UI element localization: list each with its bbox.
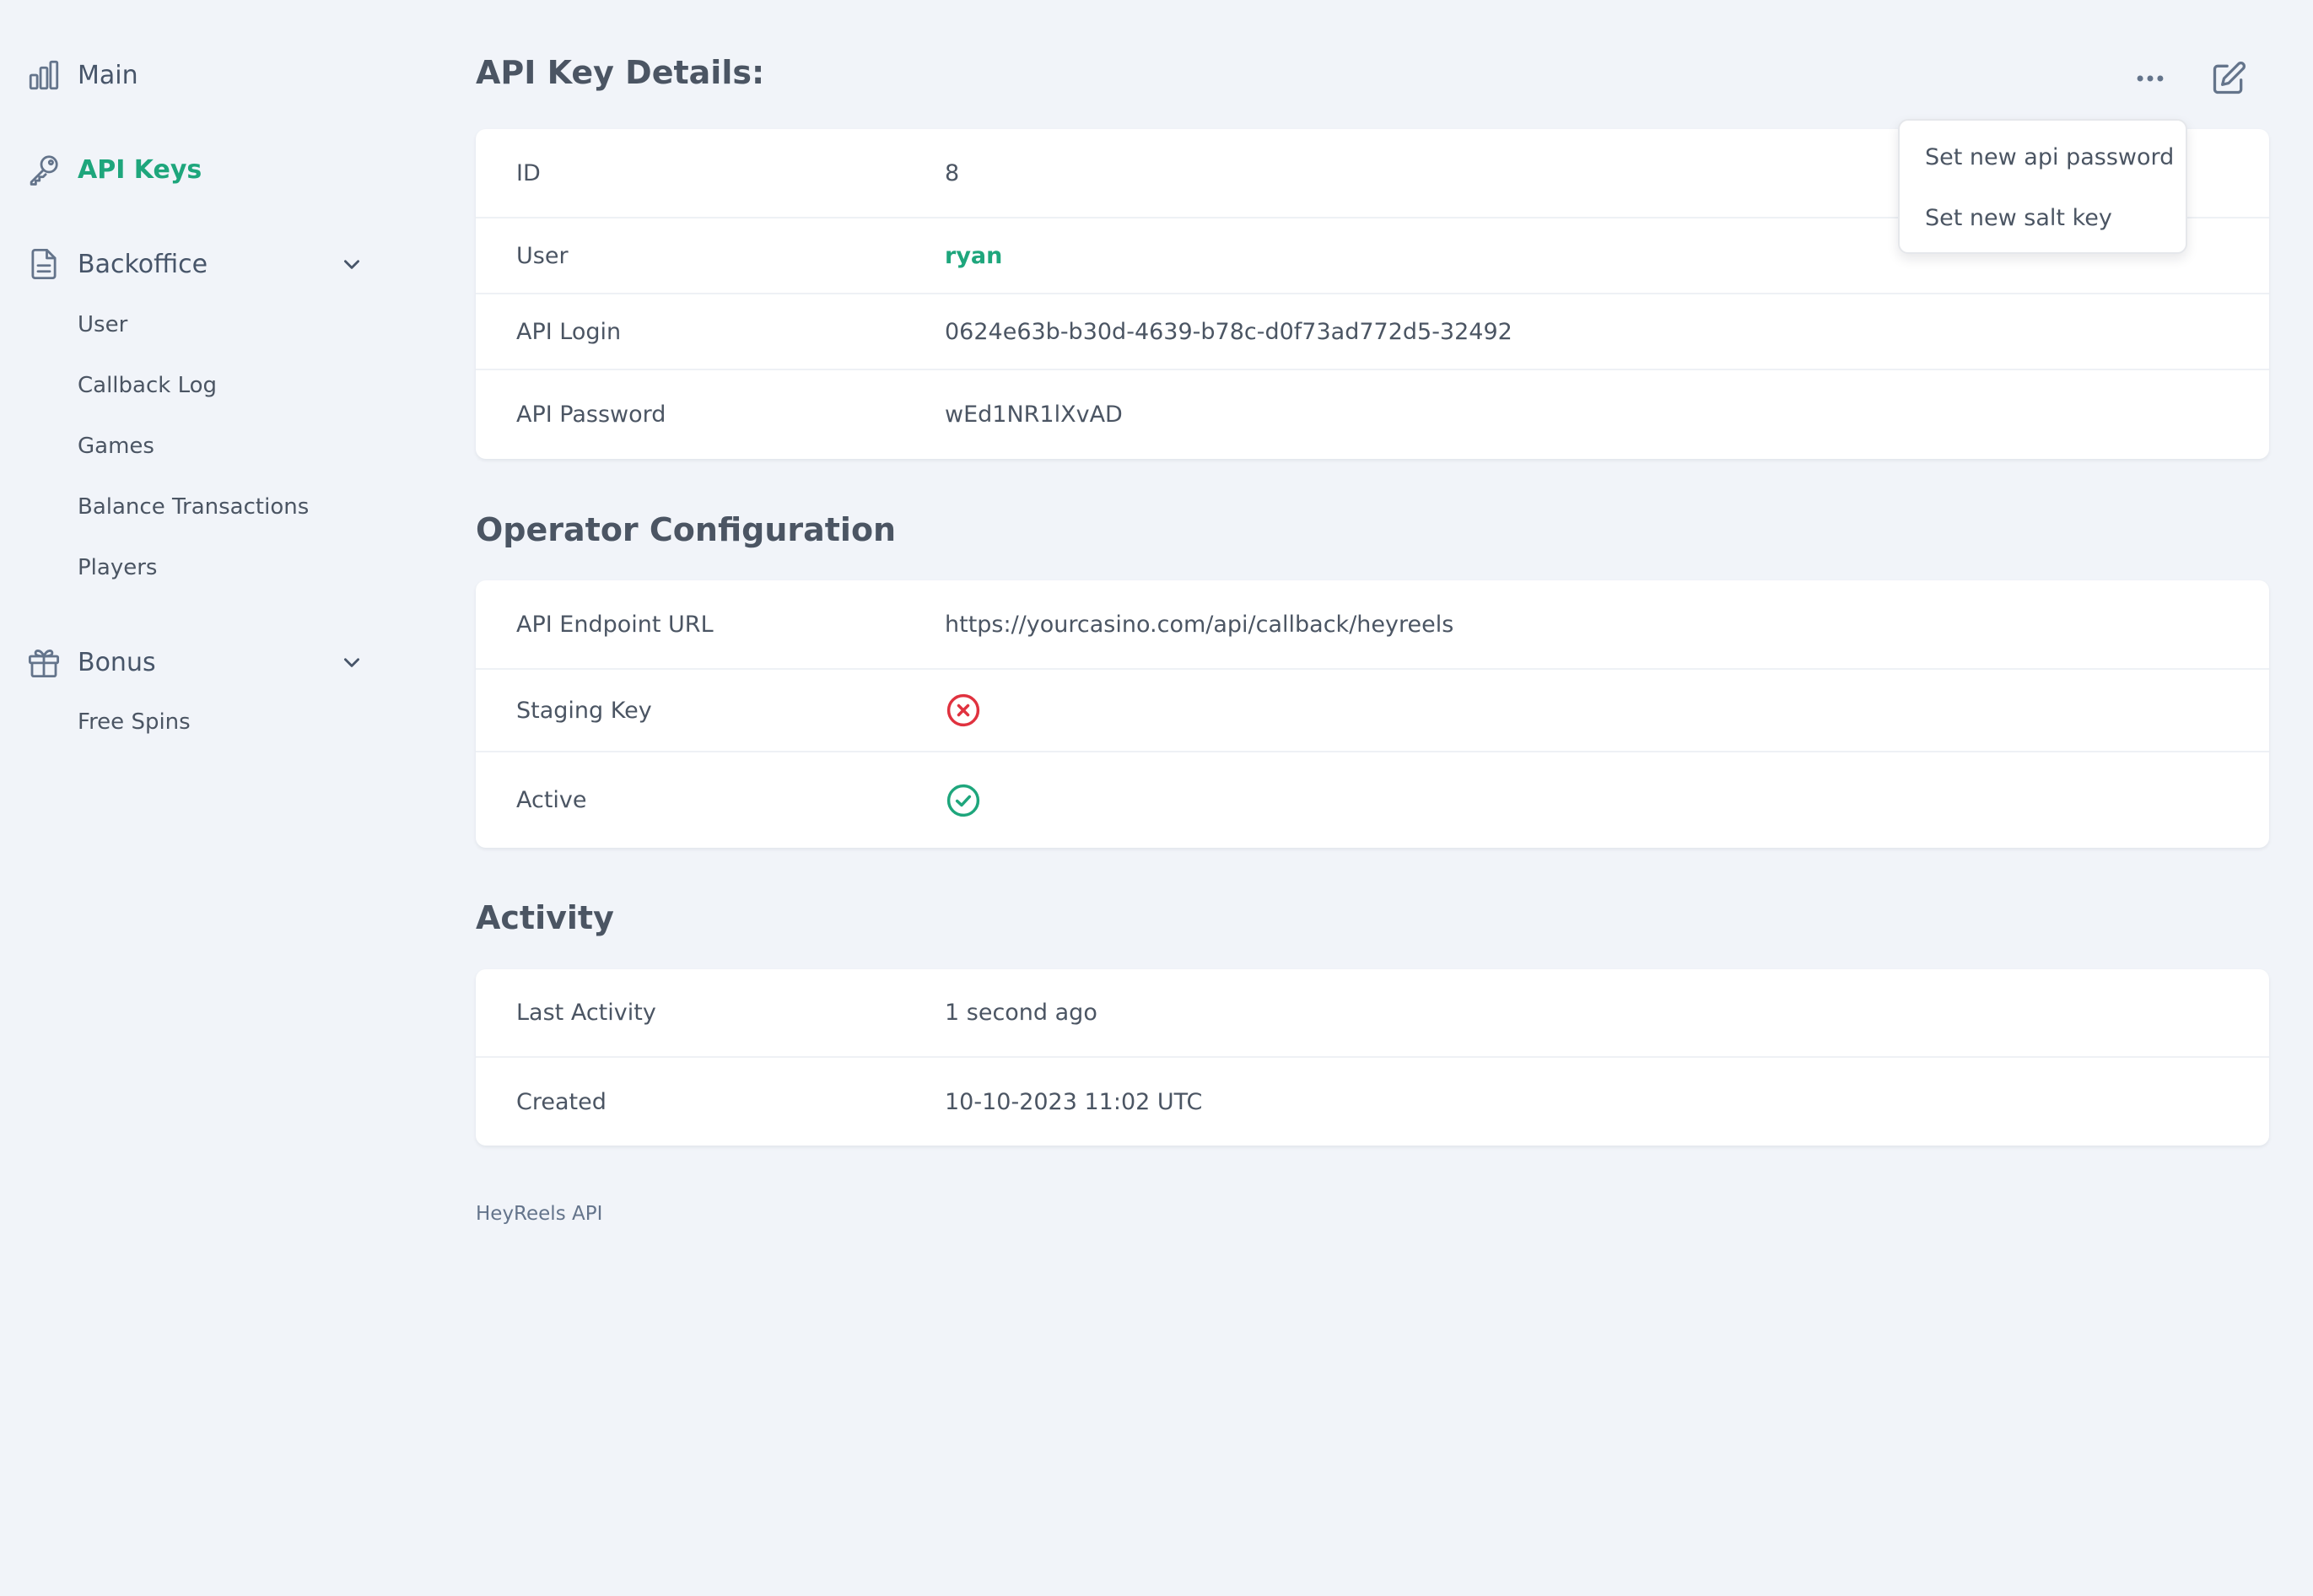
sidebar-subitem-callback-log[interactable]: Callback Log bbox=[78, 369, 217, 402]
ellipsis-icon bbox=[2137, 75, 2164, 82]
sidebar-subitem-free-spins[interactable]: Free Spins bbox=[78, 705, 191, 739]
sidebar-subitem-balance-transactions[interactable]: Balance Transactions bbox=[78, 490, 309, 524]
detail-row-api-password: API Password wEd1NR1lXvAD bbox=[476, 370, 2269, 459]
operator-configuration-heading: Operator Configuration bbox=[476, 511, 897, 548]
activity-heading: Activity bbox=[476, 899, 614, 936]
user-link[interactable]: ryan bbox=[945, 243, 1002, 269]
row-label: API Endpoint URL bbox=[516, 611, 714, 638]
sidebar-item-label: Bonus bbox=[78, 647, 156, 677]
edit-button[interactable] bbox=[2205, 55, 2252, 102]
row-label: Created bbox=[516, 1088, 607, 1115]
more-options-button[interactable] bbox=[2127, 55, 2174, 102]
chevron-down-icon[interactable] bbox=[339, 251, 364, 277]
row-label: API Login bbox=[516, 318, 622, 345]
row-value: wEd1NR1lXvAD bbox=[945, 402, 1123, 428]
app-root: Main API Keys Backoffice User Callback L… bbox=[0, 0, 2313, 1596]
sidebar-item-main[interactable]: Main bbox=[25, 51, 138, 99]
config-row-staging-key: Staging Key bbox=[476, 670, 2269, 752]
sidebar-item-backoffice[interactable]: Backoffice bbox=[25, 240, 208, 288]
key-icon bbox=[25, 151, 62, 188]
page-title: API Key Details: bbox=[476, 54, 765, 91]
row-value: https://yourcasino.com/api/callback/heyr… bbox=[945, 611, 1454, 638]
check-circle-icon bbox=[945, 782, 982, 819]
row-label: Active bbox=[516, 787, 587, 813]
sidebar-item-label: Main bbox=[78, 60, 138, 90]
config-row-endpoint: API Endpoint URL https://yourcasino.com/… bbox=[476, 580, 2269, 670]
row-label: ID bbox=[516, 159, 541, 186]
row-value: 10-10-2023 11:02 UTC bbox=[945, 1088, 1203, 1115]
document-icon bbox=[25, 245, 62, 283]
row-value: 8 bbox=[945, 159, 960, 186]
row-value: 0624e63b-b30d-4639-b78c-d0f73ad772d5-324… bbox=[945, 318, 1512, 345]
row-label: Last Activity bbox=[516, 1000, 656, 1026]
set-new-salt-key-item[interactable]: Set new salt key bbox=[1925, 200, 2112, 237]
sidebar-subitem-players[interactable]: Players bbox=[78, 551, 157, 585]
chevron-down-icon[interactable] bbox=[339, 650, 364, 675]
sidebar-item-label: Backoffice bbox=[78, 249, 208, 279]
x-circle-icon bbox=[945, 692, 982, 729]
edit-icon bbox=[2213, 62, 2246, 94]
set-new-api-password-item[interactable]: Set new api password bbox=[1925, 139, 2174, 176]
activity-row-created: Created 10-10-2023 11:02 UTC bbox=[476, 1058, 2269, 1146]
sidebar-subitem-games[interactable]: Games bbox=[78, 429, 154, 463]
operator-configuration-card: API Endpoint URL https://yourcasino.com/… bbox=[476, 580, 2269, 848]
footer-text: HeyReels API bbox=[476, 1203, 603, 1225]
row-label: Staging Key bbox=[516, 697, 652, 724]
row-value: 1 second ago bbox=[945, 1000, 1097, 1026]
config-row-active: Active bbox=[476, 752, 2269, 848]
sidebar: Main API Keys Backoffice User Callback L… bbox=[0, 0, 405, 1596]
activity-row-last-activity: Last Activity 1 second ago bbox=[476, 969, 2269, 1058]
sidebar-subitem-user[interactable]: User bbox=[78, 308, 127, 342]
activity-card: Last Activity 1 second ago Created 10-10… bbox=[476, 969, 2269, 1146]
detail-row-api-login: API Login 0624e63b-b30d-4639-b78c-d0f73a… bbox=[476, 294, 2269, 370]
sidebar-item-api-keys[interactable]: API Keys bbox=[25, 146, 202, 193]
row-label: User bbox=[516, 242, 569, 269]
gift-icon bbox=[25, 644, 62, 681]
bar-chart-icon bbox=[25, 57, 62, 94]
sidebar-item-label: API Keys bbox=[78, 154, 202, 185]
actions-dropdown-menu: Set new api password Set new salt key bbox=[1898, 119, 2187, 254]
sidebar-item-bonus[interactable]: Bonus bbox=[25, 639, 156, 686]
row-label: API Password bbox=[516, 402, 666, 428]
